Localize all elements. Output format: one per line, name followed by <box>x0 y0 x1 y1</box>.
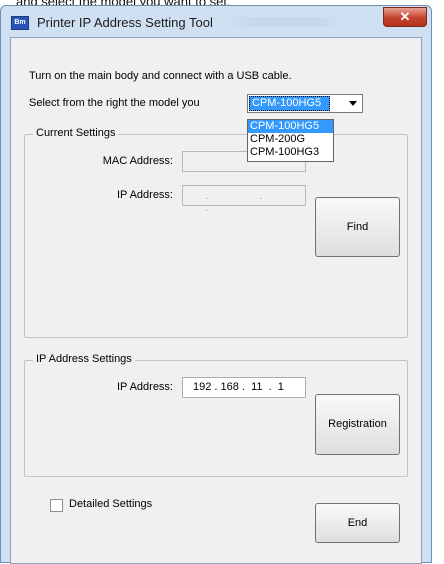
window-title: Printer IP Address Setting Tool <box>37 15 213 30</box>
model-option[interactable]: CPM-100HG3 <box>248 146 333 159</box>
current-settings-title: Current Settings <box>33 127 119 139</box>
model-select-value: CPM-100HG5 <box>249 96 330 111</box>
title-bar[interactable]: Bm Printer IP Address Setting Tool ✕ <box>1 6 431 37</box>
detailed-settings-checkbox[interactable] <box>50 499 63 512</box>
model-dropdown-list: CPM-100HG5 CPM-200G CPM-100HG3 <box>247 119 334 162</box>
close-button[interactable]: ✕ <box>383 7 427 27</box>
detailed-settings-label: Detailed Settings <box>69 498 153 510</box>
ip-settings-group: IP Address Settings IP Address: 192 . 16… <box>24 353 408 477</box>
new-ip-value: 192 . 168 . 11 . 1 <box>193 381 284 393</box>
current-settings-group: Current Settings MAC Address: IP Address… <box>24 127 408 338</box>
close-icon: ✕ <box>399 9 411 24</box>
current-ip-field: . . . <box>182 185 306 214</box>
mac-address-label: MAC Address: <box>102 155 173 167</box>
new-ip-label: IP Address: <box>116 381 173 393</box>
registration-button[interactable]: Registration <box>315 394 400 455</box>
client-area: Turn on the main body and connect with a… <box>10 37 422 564</box>
model-select[interactable]: CPM-100HG5 <box>247 94 363 113</box>
current-ip-dots: . . . <box>205 190 287 214</box>
instruction-line-2: Select from the right the model you <box>29 97 200 109</box>
app-icon: Bm <box>11 16 29 30</box>
instruction-line-1: Turn on the main body and connect with a… <box>29 70 292 82</box>
current-ip-label: IP Address: <box>116 189 173 201</box>
ip-settings-title: IP Address Settings <box>33 353 135 365</box>
new-ip-input[interactable]: 192 . 168 . 11 . 1 <box>182 377 306 398</box>
model-option[interactable]: CPM-100HG5 <box>248 120 333 133</box>
chevron-down-icon[interactable] <box>345 96 361 111</box>
model-option[interactable]: CPM-200G <box>248 133 333 146</box>
title-blur <box>227 17 347 27</box>
app-window: Bm Printer IP Address Setting Tool ✕ Tur… <box>0 5 432 564</box>
end-button[interactable]: End <box>315 503 400 543</box>
find-button[interactable]: Find <box>315 197 400 257</box>
